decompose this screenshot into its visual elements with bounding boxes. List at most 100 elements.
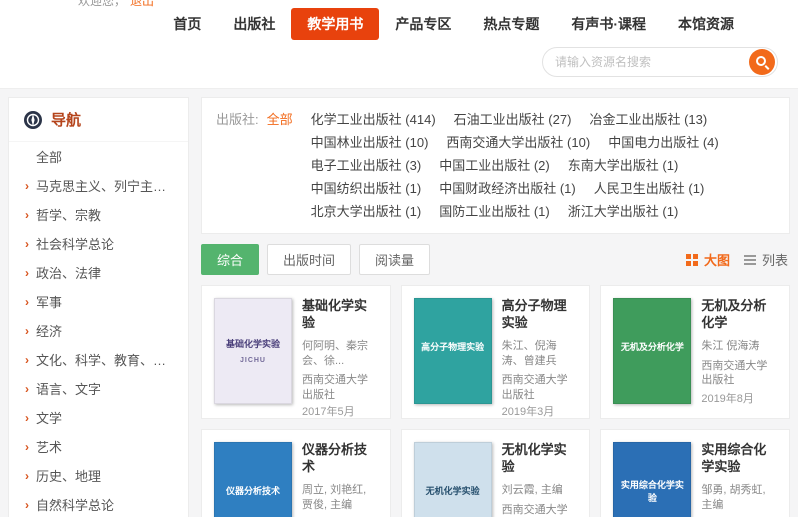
nav-item-label: 产品专区 [395,16,451,32]
sidebar-category-label: 历史、地理 [36,466,101,485]
search-box [542,47,778,77]
book-card[interactable]: 无机及分析化学 无机及分析化学 朱江 倪海涛 西南交通大学出版社 2019年8月 [600,285,790,419]
sort-tab-label: 出版时间 [283,253,335,268]
publisher-count: 1 [693,181,700,196]
publisher-filter-all[interactable]: 全部 [267,108,293,223]
book-card[interactable]: 高分子物理实验 高分子物理实验 朱江、倪海涛、曾建兵 西南交通大学出版社 201… [401,285,591,419]
sort-tab-label: 阅读量 [375,253,414,268]
publisher-count: 13 [688,112,702,127]
book-cover-title: 基础化学实验 [226,338,280,351]
book-cover[interactable]: 高分子物理实验 [414,298,492,404]
publisher-link[interactable]: 国防工业出版社 (1) [439,200,550,223]
publisher-link[interactable]: 人民卫生出版社 (1) [594,177,705,200]
book-cover[interactable]: 基础化学实验 JICHU [214,298,292,404]
nav-item[interactable]: 教学用书 [291,8,379,40]
nav-item[interactable]: 热点专题 [467,8,555,40]
sidebar-category-item[interactable]: 全部 [9,142,188,171]
book-cover[interactable]: 仪器分析技术 [214,442,292,517]
book-publisher: 西南交通大学出版社 [502,373,578,403]
publisher-link[interactable]: 中国林业出版社 (10) [311,131,429,154]
publisher-count: 1 [564,181,571,196]
book-cover[interactable]: 无机及分析化学 [613,298,691,404]
book-cover[interactable]: 无机化学实验 [414,442,492,517]
book-authors: 邹勇, 胡秀虹, 主编 [701,483,777,513]
publisher-link[interactable]: 浙江大学出版社 (1) [568,200,679,223]
nav-item[interactable]: 有声书·课程 [555,8,662,40]
sidebar-category-item[interactable]: › 文学 [9,403,188,432]
book-meta: 高分子物理实验 朱江、倪海涛、曾建兵 西南交通大学出版社 2019年3月 [502,298,578,406]
sort-tab[interactable]: 出版时间 [267,244,351,275]
sidebar-category-item[interactable]: › 经济 [9,316,188,345]
publisher-link[interactable]: 中国纺织出版社 (1) [311,177,422,200]
sidebar-category-label: 哲学、宗教 [36,205,101,224]
sidebar-category-item[interactable]: › 艺术 [9,432,188,461]
nav-item-label: 热点专题 [483,16,539,32]
sort-tab-label: 综合 [217,253,243,268]
sort-tab[interactable]: 阅读量 [359,244,430,275]
book-title[interactable]: 无机化学实验 [502,442,578,476]
book-cover-title: 实用综合化学实验 [620,479,684,505]
sort-tab[interactable]: 综合 [201,244,259,275]
publisher-link[interactable]: 西南交通大学出版社 (10) [446,131,590,154]
nav-item[interactable]: 产品专区 [379,8,467,40]
nav-item[interactable]: 首页 [157,8,217,40]
publisher-link[interactable]: 电子工业出版社 (3) [311,154,422,177]
publisher-link[interactable]: 北京大学出版社 (1) [311,200,422,223]
book-title[interactable]: 高分子物理实验 [502,298,578,332]
publisher-name: 西南交通大学出版社 [446,135,563,150]
book-card[interactable]: 仪器分析技术 仪器分析技术 周立, 刘艳红, 贾俊, 主编 西南交通大学出版社 … [201,429,391,517]
book-cover-title: 高分子物理实验 [421,341,484,354]
chevron-right-icon: › [25,469,36,483]
main-area: 导航 全部 › 马克思主义、列宁主义、毛... › 哲学、宗教 [0,89,798,517]
view-large-button[interactable]: 大图 [686,250,730,269]
sidebar-category-item[interactable]: › 政治、法律 [9,258,188,287]
book-date: 2017年5月 [302,403,378,419]
publisher-link[interactable]: 中国工业出版社 (2) [439,154,550,177]
chevron-right-icon: › [25,498,36,512]
publisher-link[interactable]: 东南大学出版社 (1) [568,154,679,177]
content-column: 出版社: 全部 化学工业出版社 (414) 石油工业出版社 (27) 冶金工业出… [201,97,790,517]
sidebar-category-item[interactable]: › 哲学、宗教 [9,200,188,229]
book-cover[interactable]: 实用综合化学实验 [613,442,691,517]
chevron-right-icon: › [25,411,36,425]
publisher-link[interactable]: 冶金工业出版社 (13) [589,108,707,131]
book-publisher: 西南交通大学出版社 [502,503,578,517]
compass-icon [23,110,43,130]
book-publisher: 西南交通大学出版社 [302,373,378,403]
book-title[interactable]: 基础化学实验 [302,298,378,332]
nav-item[interactable]: 本馆资源 [662,8,750,40]
sidebar-category-item[interactable]: › 军事 [9,287,188,316]
logout-link[interactable]: 退出 [130,0,154,8]
book-card[interactable]: 无机化学实验 无机化学实验 刘云霞, 主编 西南交通大学出版社 2017年2月 [401,429,591,517]
sidebar-category-label: 艺术 [36,437,62,456]
publisher-link[interactable]: 石油工业出版社 (27) [454,108,572,131]
book-publisher: 西南交通大学出版社 [701,359,777,389]
book-authors: 刘云霞, 主编 [502,483,578,498]
publisher-list: 化学工业出版社 (414) 石油工业出版社 (27) 冶金工业出版社 (13) … [311,108,775,223]
sidebar-category-item[interactable]: › 语言、文字 [9,374,188,403]
sort-bar: 综合 出版时间 阅读量 大图 [201,244,790,275]
nav-item[interactable]: 出版社 [217,8,291,40]
book-meta: 基础化学实验 何阿明、秦宗会、徐... 西南交通大学出版社 2017年5月 [302,298,378,406]
book-title[interactable]: 无机及分析化学 [701,298,777,332]
book-meta: 仪器分析技术 周立, 刘艳红, 贾俊, 主编 西南交通大学出版社 2018年11… [302,442,378,517]
view-list-button[interactable]: 列表 [744,250,788,269]
publisher-name: 国防工业出版社 [439,204,530,219]
book-card[interactable]: 实用综合化学实验 实用综合化学实验 邹勇, 胡秀虹, 主编 西南交通大学出版社 … [600,429,790,517]
sidebar-category-item[interactable]: › 历史、地理 [9,461,188,490]
sidebar-category-item[interactable]: › 社会科学总论 [9,229,188,258]
book-cover-title: 仪器分析技术 [226,485,280,498]
publisher-link[interactable]: 中国财政经济出版社 (1) [439,177,576,200]
search-button[interactable] [749,49,775,75]
chevron-right-icon: › [25,179,36,193]
publisher-link[interactable]: 中国电力出版社 (4) [608,131,719,154]
book-title[interactable]: 实用综合化学实验 [701,442,777,476]
book-title[interactable]: 仪器分析技术 [302,442,378,476]
sidebar-category-item[interactable]: › 马克思主义、列宁主义、毛... [9,171,188,200]
search-input[interactable] [555,55,749,69]
book-card[interactable]: 基础化学实验 JICHU 基础化学实验 何阿明、秦宗会、徐... 西南交通大学出… [201,285,391,419]
publisher-link[interactable]: 化学工业出版社 (414) [311,108,436,131]
sidebar-category-item[interactable]: › 文化、科学、教育、体育 [9,345,188,374]
sidebar-category-item[interactable]: › 自然科学总论 [9,490,188,517]
publisher-count: 10 [410,135,424,150]
